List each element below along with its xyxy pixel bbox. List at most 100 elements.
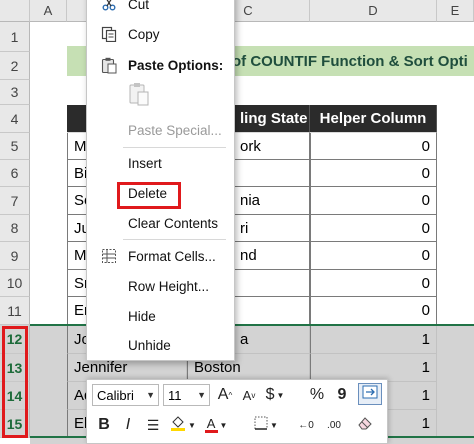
table-cell-helper[interactable]: 0: [310, 297, 437, 325]
menu-item-copy[interactable]: Copy: [87, 21, 234, 47]
row-header-10[interactable]: 10: [0, 270, 30, 297]
paste-icon: [99, 55, 119, 75]
align-center-button[interactable]: ☰: [143, 414, 163, 436]
italic-icon: I: [125, 416, 131, 433]
column-header-e[interactable]: E: [437, 0, 474, 22]
borders-button[interactable]: ▼: [252, 414, 280, 436]
menu-item-label: Copy: [128, 26, 160, 42]
chevron-down-icon: ▼: [188, 420, 196, 430]
increase-decimal-button[interactable]: ←0: [294, 414, 318, 436]
menu-item-label: Unhide: [128, 337, 171, 353]
currency-icon: $: [265, 386, 275, 403]
decrease-font-size-button[interactable]: Av: [239, 384, 259, 406]
table-cell-helper[interactable]: 0: [310, 242, 437, 270]
font-size-dropdown[interactable]: 11 ▼: [163, 384, 210, 406]
menu-item-paste-options: Paste Options:: [87, 52, 234, 78]
chevron-down-icon: ▼: [197, 390, 206, 400]
corner-select-all[interactable]: [0, 0, 30, 22]
menu-item-label: Paste Special...: [128, 122, 222, 138]
row-header-5[interactable]: 5: [0, 133, 30, 160]
paste-clipboard-button[interactable]: [125, 81, 153, 109]
comma-style-button[interactable]: 9: [333, 384, 351, 406]
row-header-6[interactable]: 6: [0, 160, 30, 187]
row-header-9[interactable]: 9: [0, 242, 30, 270]
increase-font-size-button[interactable]: A ^: [215, 384, 235, 406]
row-header-2[interactable]: 2: [0, 52, 30, 80]
format-painter-button[interactable]: [358, 383, 382, 405]
fill-color-icon: [170, 415, 186, 436]
format-painter-icon: [362, 385, 378, 404]
row-headers-highlight: [2, 326, 28, 438]
chevron-down-icon: ▼: [276, 390, 285, 400]
row-header-8[interactable]: 8: [0, 215, 30, 242]
menu-item-label: Hide: [128, 308, 156, 324]
scissors-icon: [99, 0, 119, 14]
column-header-a[interactable]: A: [30, 0, 67, 22]
font-name-dropdown[interactable]: Calibri ▼: [92, 384, 159, 406]
font-color-letter: A: [206, 415, 216, 431]
bold-icon: B: [98, 416, 110, 433]
menu-item-label: Format Cells...: [128, 248, 216, 264]
menu-item-clear-contents[interactable]: Clear Contents: [87, 210, 234, 236]
table-cell-helper[interactable]: 1: [310, 325, 437, 354]
font-shrink-icon: A: [242, 387, 252, 403]
chevron-down-icon: ▼: [146, 390, 155, 400]
row-header-1[interactable]: 1: [0, 22, 30, 52]
font-color-swatch: [204, 429, 218, 433]
menu-item-insert[interactable]: Insert: [87, 150, 234, 176]
bold-button[interactable]: B: [94, 414, 114, 436]
currency-format-button[interactable]: $ ▼: [263, 384, 287, 406]
menu-item-row-height[interactable]: Row Height...: [87, 273, 234, 299]
table-cell-helper[interactable]: 1: [310, 354, 437, 382]
font-name-value: Calibri: [97, 387, 134, 403]
percent-style-button[interactable]: %: [306, 384, 328, 406]
sheet-title: of COUNTIF Function & Sort Opti: [232, 52, 468, 70]
comma-icon: 9: [337, 386, 347, 403]
row-header-4[interactable]: 4: [0, 105, 30, 133]
clear-formatting-button[interactable]: [353, 414, 377, 436]
menu-item-label: Paste Options:: [128, 57, 224, 73]
eraser-icon: [357, 416, 373, 435]
menu-item-unhide[interactable]: Unhide: [87, 332, 234, 358]
context-menu: Cut Copy Paste Options: Paste Special...…: [86, 0, 235, 361]
format-cells-icon: [99, 246, 119, 266]
font-size-value: 11: [168, 387, 182, 403]
menu-item-cut[interactable]: Cut: [87, 0, 234, 17]
menu-item-format-cells[interactable]: Format Cells...: [87, 243, 234, 269]
fill-color-button[interactable]: ▼: [169, 414, 197, 436]
row-header-3[interactable]: 3: [0, 80, 30, 105]
row-header-7[interactable]: 7: [0, 187, 30, 215]
table-cell-helper[interactable]: 0: [310, 133, 437, 160]
borders-icon: [254, 416, 268, 435]
caret-up-icon: ^: [228, 390, 233, 400]
table-cell-helper[interactable]: 0: [310, 160, 437, 187]
chevron-down-icon: ▼: [270, 420, 278, 430]
table-header-helper[interactable]: Helper Column: [310, 105, 437, 133]
menu-separator: [123, 239, 226, 240]
font-color-icon: A: [204, 415, 218, 433]
increase-decimal-icon: ←0: [298, 419, 314, 431]
row-header-11[interactable]: 11: [0, 297, 30, 325]
chevron-down-icon: ▼: [219, 420, 228, 430]
delete-highlight: [117, 182, 181, 209]
font-grow-icon: A: [217, 386, 229, 403]
decrease-decimal-button[interactable]: .00: [322, 414, 346, 436]
menu-item-label: Cut: [128, 0, 150, 12]
menu-item-label: Insert: [128, 155, 162, 171]
copy-icon: [99, 24, 119, 44]
percent-icon: %: [309, 386, 325, 403]
menu-item-hide[interactable]: Hide: [87, 303, 234, 329]
caret-down-icon: v: [251, 390, 256, 400]
table-cell-helper[interactable]: 0: [310, 215, 437, 242]
table-cell-helper[interactable]: 0: [310, 187, 437, 215]
font-color-button[interactable]: A ▼: [202, 414, 230, 436]
align-center-icon: ☰: [146, 416, 160, 433]
italic-button[interactable]: I: [118, 414, 138, 436]
menu-item-label: Clear Contents: [128, 215, 219, 231]
menu-separator: [123, 147, 226, 148]
table-cell-helper[interactable]: 0: [310, 270, 437, 297]
column-header-d[interactable]: D: [310, 0, 437, 22]
decrease-decimal-icon: .00: [327, 419, 341, 431]
menu-item-paste-special[interactable]: Paste Special...: [87, 117, 234, 143]
menu-item-label: Row Height...: [128, 278, 210, 294]
